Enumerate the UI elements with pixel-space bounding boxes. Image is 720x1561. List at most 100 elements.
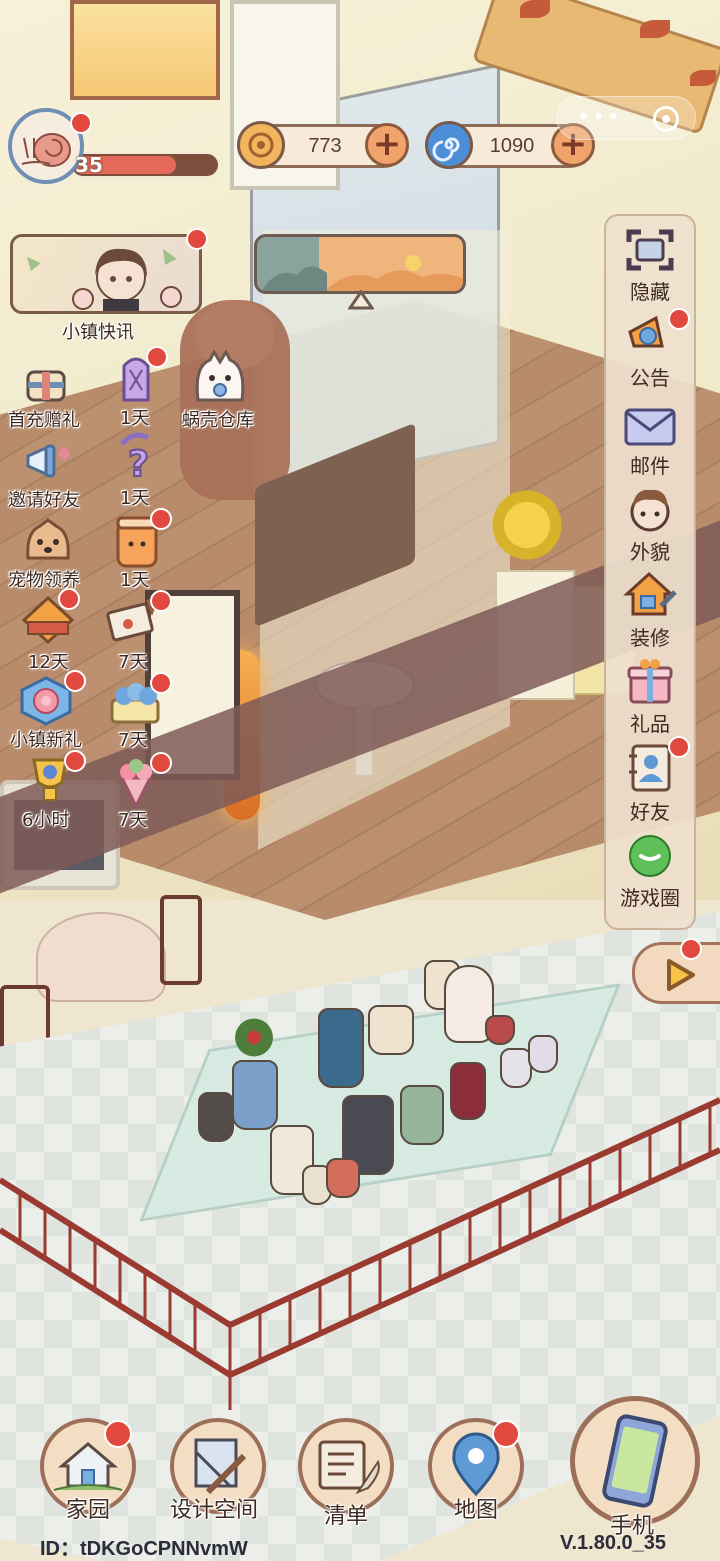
envelope-icon — [624, 408, 676, 446]
notification-dot — [58, 588, 80, 610]
rose-plant — [234, 1010, 274, 1065]
map-nav-label: 地图 — [454, 1498, 499, 1523]
miniprogram-capsule[interactable]: ••• — [556, 96, 696, 140]
timer-label: 12天 — [28, 652, 69, 673]
chat-bubble-icon — [629, 835, 671, 877]
weather-panel[interactable] — [254, 234, 466, 294]
snail-warehouse-label: 蜗壳仓库 — [182, 410, 254, 431]
timer-label: 7天 — [118, 810, 148, 831]
gifts-label: 礼品 — [630, 712, 670, 736]
close-ring-icon[interactable] — [653, 106, 679, 132]
plant-pot — [450, 1062, 486, 1120]
play-arrow-icon — [667, 959, 695, 991]
notification-dot — [146, 346, 168, 368]
first-charge-button[interactable] — [24, 366, 68, 406]
player-id: ID：tDKGoCPNNvmW — [40, 1538, 248, 1560]
notification-dot — [492, 1420, 520, 1448]
plant-pot — [485, 1015, 515, 1045]
gift-box-icon — [627, 659, 673, 704]
cat-mascot-icon — [195, 348, 245, 402]
notification-dot — [186, 228, 208, 250]
notification-dot — [64, 750, 86, 772]
coin-amount: 773 — [308, 135, 342, 157]
gifts-button[interactable]: 礼品 — [604, 656, 696, 737]
shell-spiral-icon — [425, 121, 473, 169]
first-charge-label: 首充赠礼 — [8, 410, 80, 431]
dining-chair — [160, 895, 202, 985]
notification-dot — [150, 672, 172, 694]
dog-icon — [26, 518, 70, 560]
decorate-button[interactable]: 装修 — [604, 570, 696, 651]
hide-ui-button[interactable]: 隐藏 — [604, 226, 696, 305]
frame-corners-icon — [626, 229, 674, 271]
notification-dot — [104, 1420, 132, 1448]
mystery-event-button[interactable]: ? — [116, 430, 160, 486]
add-coin-button[interactable]: + — [365, 123, 409, 167]
snail-warehouse-button[interactable] — [190, 348, 250, 406]
question-mark-icon: ? — [120, 432, 150, 486]
sun-cloud-icon — [261, 255, 463, 291]
mail-button[interactable]: 邮件 — [604, 404, 696, 479]
notification-dot — [668, 308, 690, 330]
news-character-icon — [27, 248, 182, 311]
timer-label: 1天 — [120, 570, 150, 591]
house-wrench-icon — [623, 571, 677, 616]
friends-label: 好友 — [630, 800, 670, 824]
plant-pot — [368, 1005, 414, 1055]
red-leaf — [640, 20, 670, 38]
coin-icon — [237, 121, 285, 169]
timer-label: 6小时 — [22, 810, 70, 831]
list-nav-label: 清单 — [324, 1504, 369, 1529]
town-gift-label: 小镇新礼 — [10, 730, 82, 751]
timer-label: 7天 — [118, 730, 148, 751]
red-leaf — [690, 70, 716, 86]
phone-nav-button[interactable] — [570, 1396, 700, 1526]
player-level: 35 — [75, 153, 103, 177]
notification-dot — [680, 938, 702, 960]
hide-ui-label: 隐藏 — [630, 280, 670, 304]
timer-label: 7天 — [118, 652, 148, 673]
svg-text:?: ? — [128, 444, 149, 485]
notice-label: 公告 — [630, 366, 670, 390]
plant-pot — [232, 1060, 278, 1130]
plant-pot — [198, 1092, 234, 1142]
timer-label: 1天 — [120, 488, 150, 509]
coin-counter: 773 + — [237, 121, 409, 169]
decorate-label: 装修 — [630, 626, 670, 650]
shell-amount: 1090 — [489, 135, 535, 157]
more-icon[interactable]: ••• — [577, 105, 622, 130]
plant-pot — [400, 1085, 444, 1145]
smartphone-icon — [602, 1414, 668, 1508]
notification-dot — [70, 112, 92, 134]
pet-adoption-button[interactable] — [22, 518, 74, 566]
invite-friends-label: 邀请好友 — [8, 490, 80, 511]
town-news-card[interactable] — [10, 234, 202, 314]
character-face-icon — [630, 489, 670, 532]
sunny-window — [70, 0, 220, 100]
weather-toggle-arrow-icon[interactable] — [348, 290, 374, 310]
game-circle-button[interactable]: 游戏圈 — [604, 834, 696, 911]
notification-dot — [64, 670, 86, 692]
notification-dot — [150, 752, 172, 774]
expand-panel-button[interactable] — [632, 942, 720, 1004]
town-news-label: 小镇快讯 — [62, 322, 134, 343]
megaphone-icon — [26, 444, 70, 478]
notification-dot — [668, 736, 690, 758]
game-circle-label: 游戏圈 — [620, 886, 680, 910]
notification-dot — [150, 508, 172, 530]
version-label: V.1.80.0_35 — [560, 1532, 667, 1554]
snail-icon — [21, 133, 71, 167]
plant-pot — [326, 1158, 360, 1198]
mail-label: 邮件 — [630, 454, 670, 478]
timer-label: 1天 — [120, 408, 150, 429]
appearance-button[interactable]: 外貌 — [604, 484, 696, 565]
notification-dot — [150, 590, 172, 612]
invite-friends-button[interactable] — [22, 438, 74, 484]
scroll-quill-icon — [318, 1440, 380, 1495]
design-nav-label: 设计空间 — [170, 1498, 259, 1523]
yellow-flowers — [492, 480, 562, 570]
home-nav-label: 家园 — [66, 1498, 111, 1523]
dining-table — [36, 912, 166, 1002]
plant-pot — [528, 1035, 558, 1073]
red-leaf — [520, 0, 550, 18]
